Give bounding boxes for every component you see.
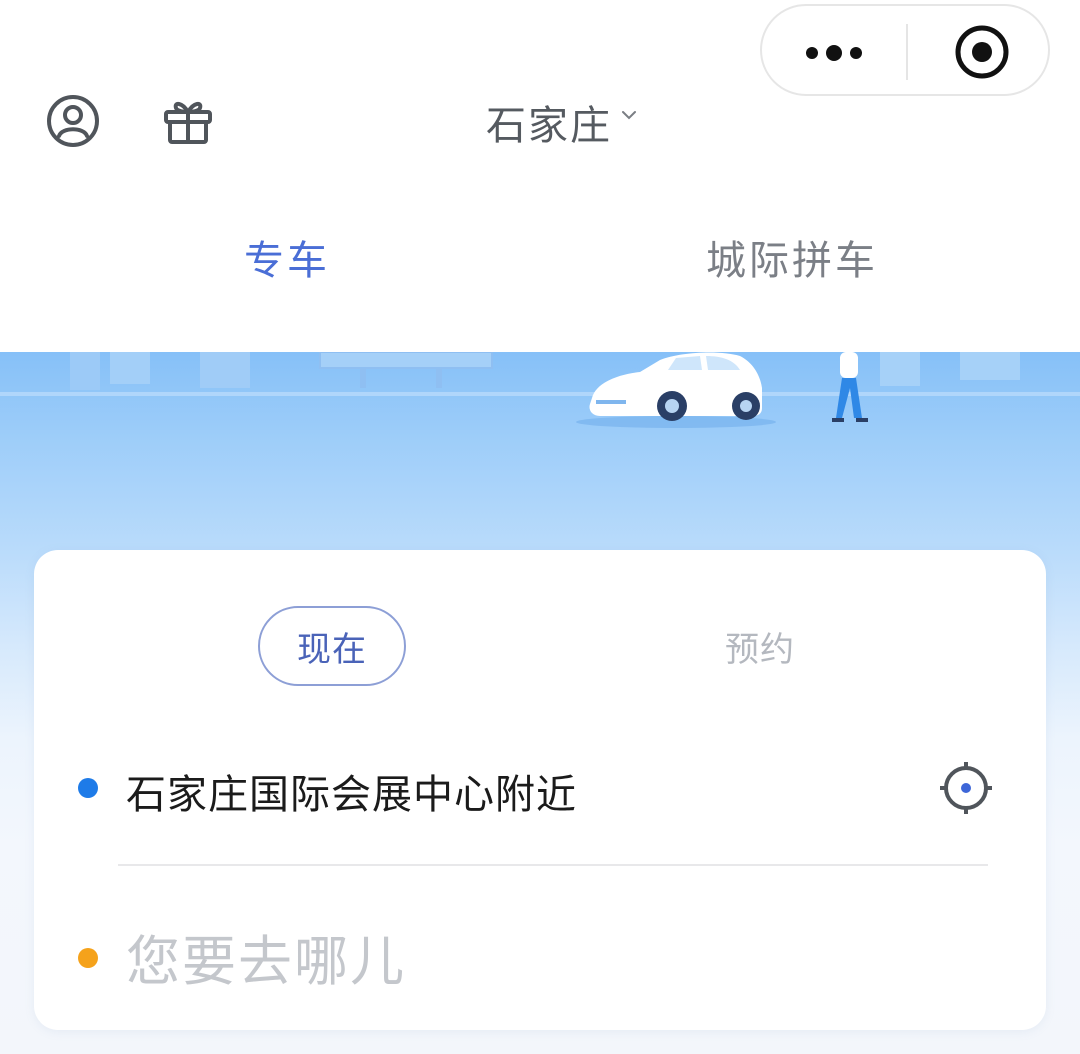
car-illustration	[0, 352, 1080, 428]
chevron-down-icon	[622, 111, 636, 120]
locate-crosshair-icon[interactable]	[938, 760, 994, 816]
target-close-icon[interactable]	[952, 22, 1012, 82]
gift-icon[interactable]	[158, 90, 218, 150]
city-name: 石家庄	[486, 103, 612, 149]
pickup-dot-icon	[78, 778, 98, 798]
more-dots-icon[interactable]	[802, 30, 866, 74]
tab-premium-car[interactable]: 专车	[244, 228, 330, 286]
pickup-location[interactable]: 石家庄国际会展中心附近	[126, 762, 577, 820]
capsule-divider	[906, 24, 908, 80]
ride-hailing-page: 石家庄 专车 城际拼车 现在 预约 石家庄国际会展中心附近 您要去哪儿	[0, 0, 1080, 1054]
city-selector[interactable]: 石家庄	[486, 92, 638, 152]
user-circle-icon[interactable]	[44, 92, 102, 150]
mode-reserve-button[interactable]: 预约	[710, 606, 810, 686]
booking-card: 现在 预约 石家庄国际会展中心附近	[34, 550, 1046, 1030]
card-divider	[118, 864, 988, 866]
tab-intercity-carpool[interactable]: 城际拼车	[706, 228, 878, 286]
mode-now-button[interactable]: 现在	[258, 606, 406, 686]
destination-dot-icon	[78, 948, 98, 968]
mini-program-capsule	[760, 4, 1050, 96]
destination-input[interactable]	[126, 924, 946, 998]
